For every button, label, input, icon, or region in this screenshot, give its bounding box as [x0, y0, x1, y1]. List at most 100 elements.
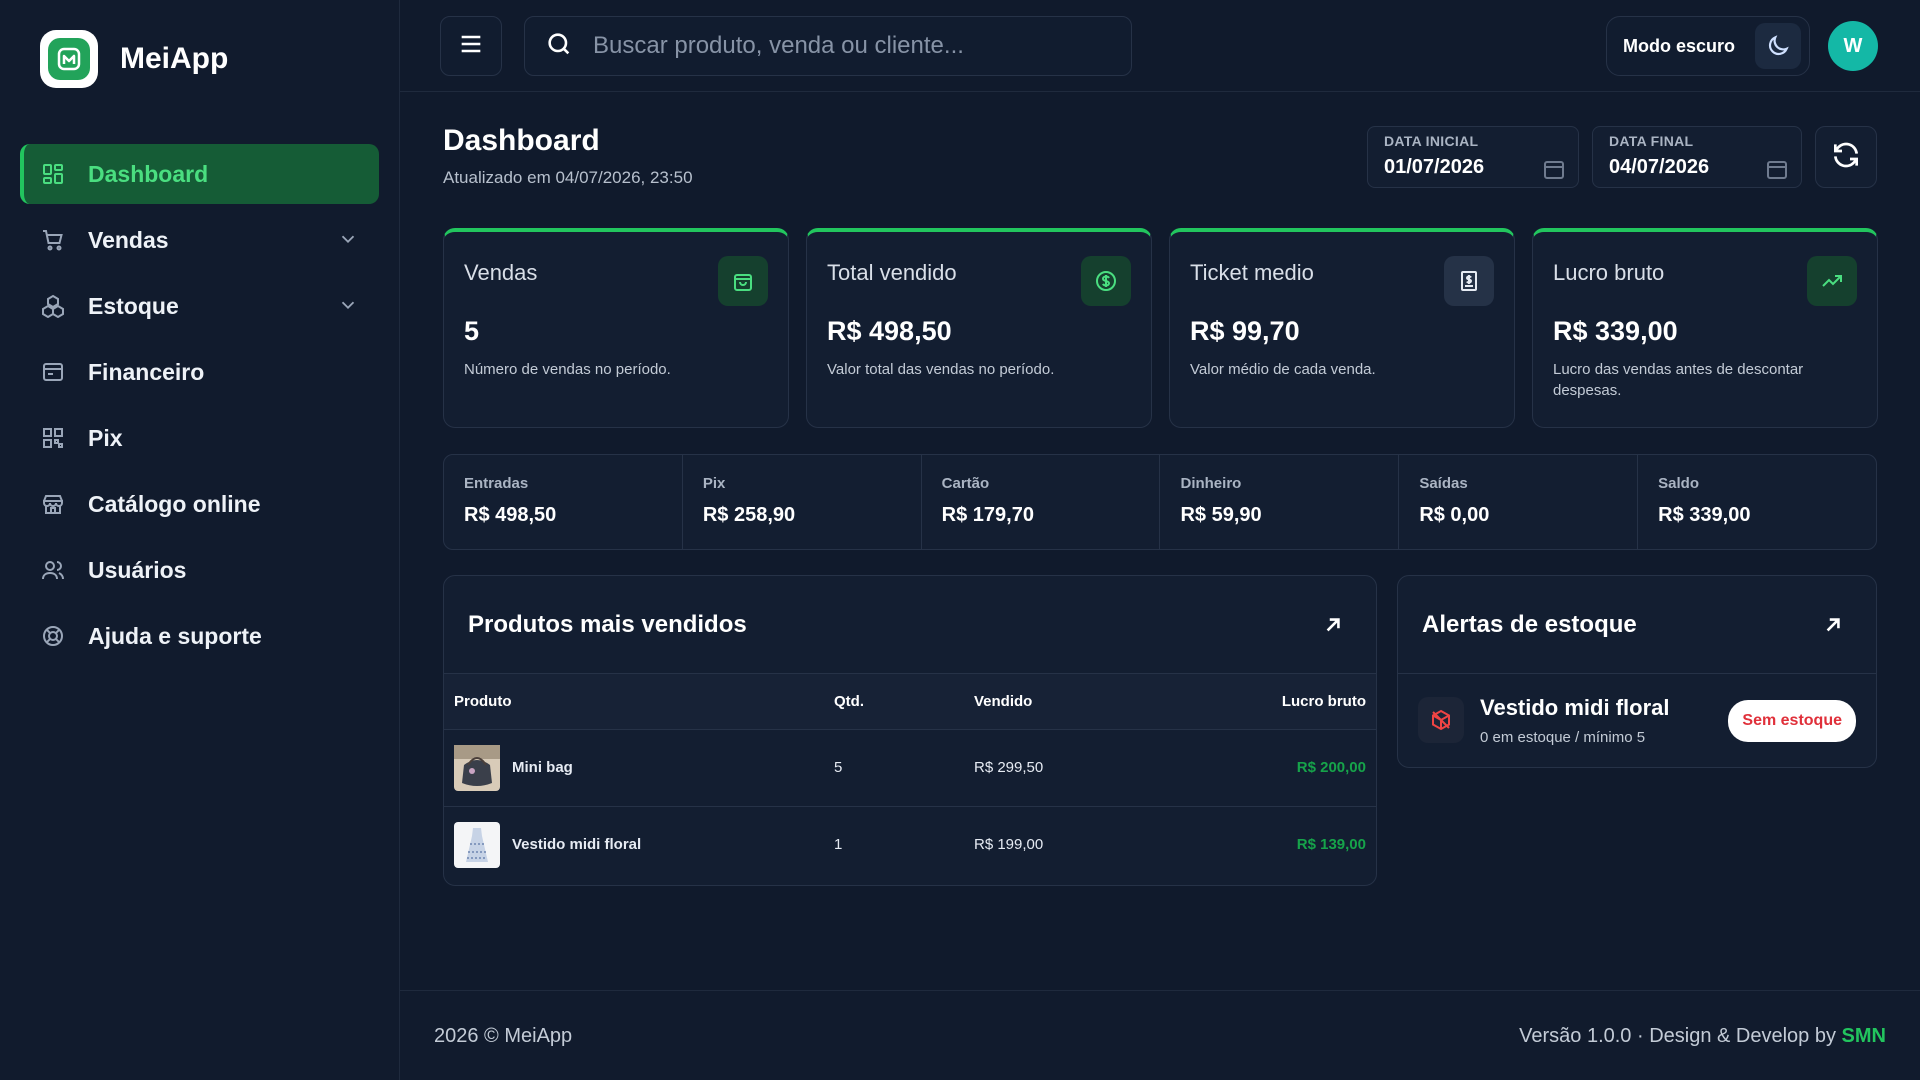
kpi-description: Valor médio de cada venda. [1190, 361, 1376, 378]
kpi-value: R$ 498,50 [827, 316, 952, 346]
summary-value: R$ 0,00 [1419, 504, 1490, 526]
column-header: Lucro bruto [1164, 674, 1376, 730]
dark-mode-toggle[interactable]: Modo escuro [1606, 16, 1810, 76]
summary-label: Entradas [464, 475, 529, 492]
brand[interactable]: MeiApp [40, 30, 228, 88]
dark-mode-label: Modo escuro [1623, 35, 1736, 56]
summary-pix: Pix R$ 258,90 [683, 455, 922, 549]
kpi-value: 5 [464, 316, 480, 346]
search-input[interactable] [593, 32, 1113, 60]
status-badge: Sem estoque [1728, 700, 1856, 742]
chevron-down-icon[interactable] [337, 228, 359, 255]
calendar-icon[interactable] [1542, 157, 1566, 186]
calendar-icon[interactable] [1765, 157, 1789, 186]
sidebar-item-estoque[interactable]: Estoque [20, 276, 379, 336]
search-box [524, 16, 1132, 76]
summary-saldo: Saldo R$ 339,00 [1638, 455, 1876, 549]
product-name: Mini bag [512, 759, 573, 776]
summary-value: R$ 498,50 [464, 504, 557, 526]
sidebar-item-label: Ajuda e suporte [88, 622, 262, 649]
sidebar-item-pix[interactable]: Pix [20, 408, 379, 468]
table-row[interactable]: Vestido midi floral 1 R$ 199,00 R$ 139,0… [444, 806, 1376, 883]
dollar-circle-icon [1081, 256, 1131, 306]
cart-icon [40, 227, 66, 253]
sidebar-item-catalogo[interactable]: Catálogo online [20, 474, 379, 534]
panel-title: Alertas de estoque [1422, 610, 1637, 638]
date-start-field[interactable]: DATA INICIAL 01/07/2026 [1367, 126, 1579, 188]
footer-version-text: Versão 1.0.0 · Design & Develop by [1519, 1025, 1836, 1047]
date-start-label: DATA INICIAL [1384, 133, 1479, 149]
summary-label: Dinheiro [1180, 475, 1242, 492]
date-end-label: DATA FINAL [1609, 133, 1694, 149]
box-off-icon [1418, 697, 1464, 743]
shopping-bag-icon [718, 256, 768, 306]
kpi-card-ticket-medio: Ticket medio R$ 99,70 Valor médio de cad… [1169, 228, 1515, 428]
date-start-value: 01/07/2026 [1384, 156, 1485, 178]
chevron-down-icon[interactable] [337, 294, 359, 321]
sidebar-item-usuarios[interactable]: Usuários [20, 540, 379, 600]
kpi-description: Valor total das vendas no período. [827, 361, 1055, 378]
product-profit: R$ 139,00 [1296, 836, 1366, 854]
column-header: Produto [444, 674, 824, 730]
sidebar-item-dashboard[interactable]: Dashboard [20, 144, 379, 204]
product-thumbnail-image [454, 744, 500, 791]
menu-toggle-button[interactable] [440, 16, 502, 76]
summary-label: Saldo [1658, 475, 1699, 492]
store-icon [40, 491, 66, 517]
wallet-icon [40, 359, 66, 385]
kpi-value: R$ 339,00 [1553, 316, 1678, 346]
summary-cartao: Cartão R$ 179,70 [922, 455, 1161, 549]
panel-header: Alertas de estoque [1398, 576, 1876, 674]
sidebar-item-label: Dashboard [88, 160, 209, 187]
product-profit: R$ 200,00 [1164, 729, 1376, 807]
footer-copyright: 2026 © MeiApp [434, 1025, 573, 1047]
boxes-icon [40, 293, 66, 319]
kpi-card-vendas: Vendas 5 Número de vendas no período. [443, 228, 789, 428]
sidebar-item-label: Financeiro [88, 358, 205, 385]
lifebuoy-icon [40, 623, 66, 649]
product-name: Vestido midi floral [512, 836, 642, 854]
product-thumbnail-image [454, 821, 500, 868]
external-link-arrow-icon[interactable] [1320, 612, 1346, 643]
page-title: Dashboard [443, 124, 600, 157]
sidebar: MeiApp Dashboard Vendas Estoque Financei… [0, 0, 400, 1080]
sidebar-item-label: Pix [88, 424, 123, 451]
summary-value: R$ 258,90 [702, 504, 796, 526]
financial-summary: Entradas R$ 498,50 Pix R$ 258,90 Cartão … [443, 454, 1877, 550]
footer-credit-link[interactable]: SMN [1842, 1025, 1886, 1047]
kpi-value: R$ 99,70 [1190, 316, 1300, 346]
sidebar-item-financeiro[interactable]: Financeiro [20, 342, 379, 402]
summary-saidas: Saídas R$ 0,00 [1399, 455, 1639, 549]
table-row[interactable]: Mini bag 5 R$ 299,50 R$ 200,00 [444, 729, 1376, 807]
summary-value: R$ 59,90 [1180, 504, 1262, 526]
product-sold: R$ 299,50 [964, 729, 1164, 807]
stock-alerts-panel: Alertas de estoque Vestido midi floral 0… [1397, 575, 1877, 768]
hamburger-icon [457, 30, 485, 63]
refresh-button[interactable] [1815, 126, 1877, 188]
table-header-row: Produto Qtd. Vendido Lucro bruto [444, 674, 1376, 730]
column-header: Vendido [964, 674, 1164, 730]
avatar[interactable]: W [1828, 21, 1878, 71]
sidebar-item-label: Vendas [88, 226, 169, 253]
sidebar-item-label: Usuários [88, 556, 187, 583]
product-qty: 5 [824, 729, 964, 807]
top-products-panel: Produtos mais vendidos Produto Qtd. Vend… [443, 575, 1377, 886]
product-sold: R$ 199,00 [974, 836, 1044, 854]
stock-alert-item[interactable]: Vestido midi floral 0 em estoque / mínim… [1398, 674, 1876, 766]
sidebar-item-label: Estoque [88, 292, 179, 319]
sidebar-item-vendas[interactable]: Vendas [20, 210, 379, 270]
summary-label: Pix [702, 475, 726, 492]
summary-label: Cartão [941, 475, 990, 492]
external-link-arrow-icon[interactable] [1820, 612, 1846, 643]
sidebar-item-ajuda[interactable]: Ajuda e suporte [20, 606, 379, 666]
summary-value: R$ 179,70 [941, 504, 1034, 526]
panel-title: Produtos mais vendidos [468, 610, 747, 638]
sidebar-item-label: Catálogo online [88, 490, 261, 517]
alert-product-name: Vestido midi floral [1480, 694, 1670, 720]
panel-header: Produtos mais vendidos [444, 576, 1376, 674]
qrcode-icon [40, 425, 66, 451]
date-end-field[interactable]: DATA FINAL 04/07/2026 [1592, 126, 1802, 188]
last-updated-text: Atualizado em 04/07/2026, 23:50 [443, 168, 693, 187]
summary-label: Saídas [1419, 475, 1468, 492]
top-products-table: Produto Qtd. Vendido Lucro bruto Mini ba… [444, 674, 1376, 883]
